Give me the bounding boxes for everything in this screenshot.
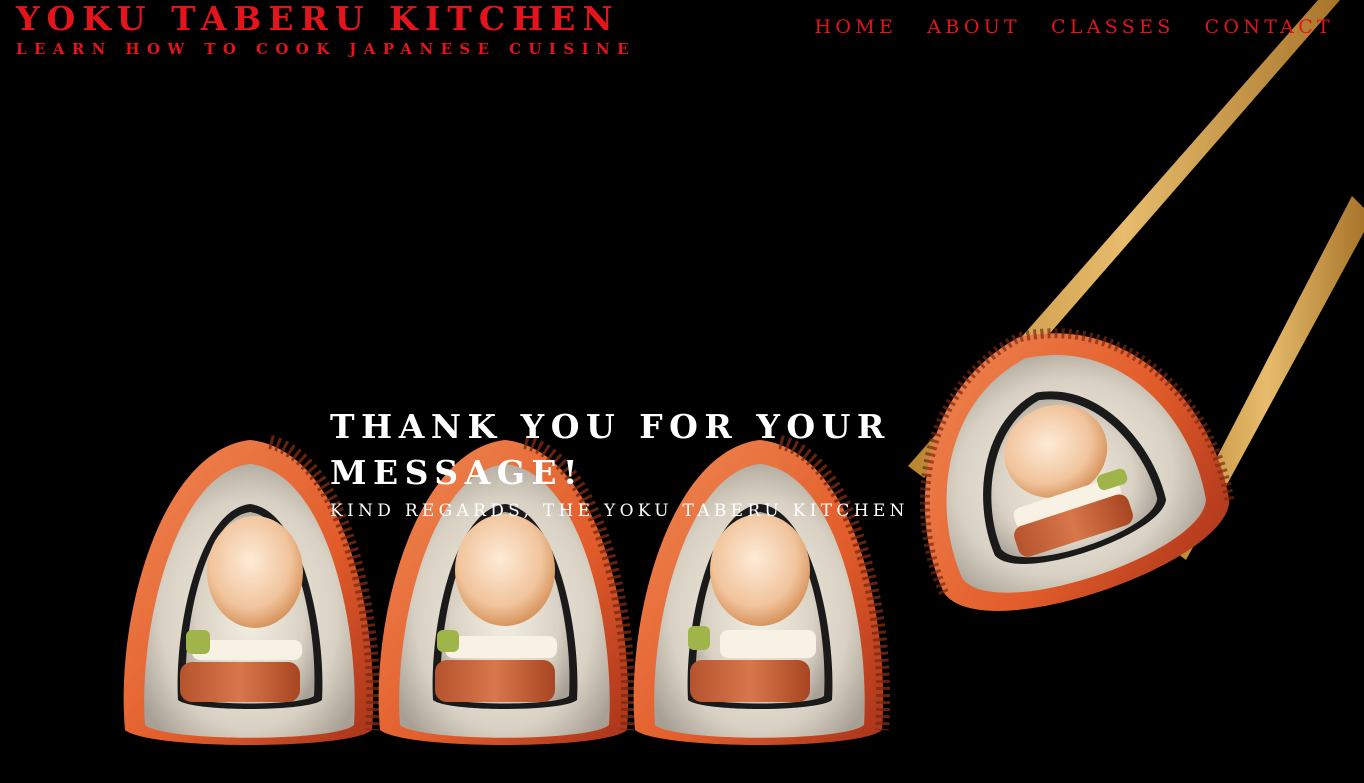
main-nav: HOME ABOUT CLASSES CONTACT — [785, 16, 1334, 38]
nav-link-home[interactable]: HOME — [815, 16, 898, 38]
sushi-hero-image — [123, 0, 1364, 745]
nav-link-classes[interactable]: CLASSES — [1051, 16, 1175, 38]
nav-link-about[interactable]: ABOUT — [927, 16, 1021, 38]
brand: YOKU TABERU KITCHEN LEARN HOW TO COOK JA… — [16, 0, 636, 58]
nav-link-contact[interactable]: CONTACT — [1205, 16, 1334, 38]
thank-you-message: THANK YOU FOR YOUR MESSAGE! KIND REGARDS… — [330, 404, 970, 522]
thank-you-heading: THANK YOU FOR YOUR MESSAGE! — [330, 407, 891, 492]
page: YOKU TABERU KITCHEN LEARN HOW TO COOK JA… — [0, 0, 1364, 783]
site-tagline: LEARN HOW TO COOK JAPANESE CUISINE — [16, 40, 636, 58]
site-title[interactable]: YOKU TABERU KITCHEN — [16, 0, 636, 38]
thank-you-subheading: KIND REGARDS, THE YOKU TABERU KITCHEN — [330, 501, 909, 521]
